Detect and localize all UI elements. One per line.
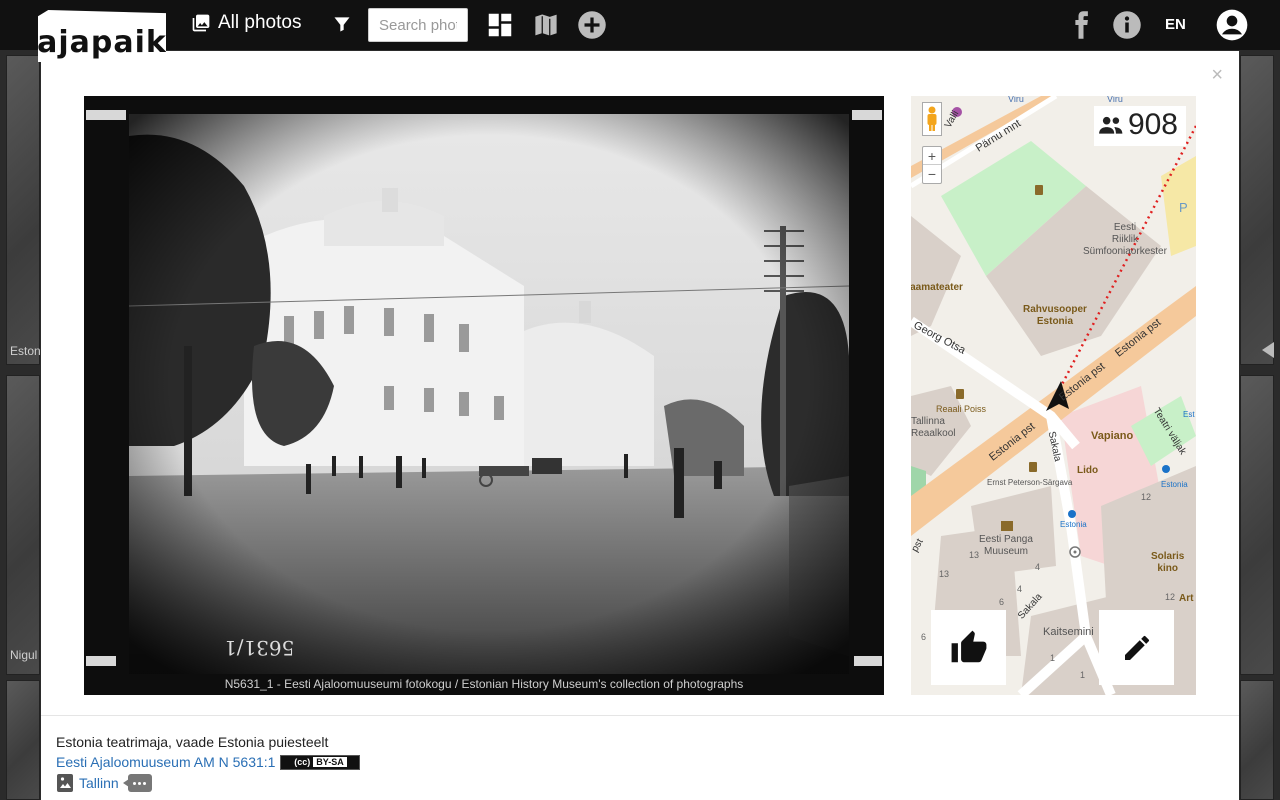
map-label: Draamateater: [911, 282, 963, 293]
map-label: Eesti Riiklik Sümfooniaorkester: [1083, 222, 1167, 257]
map-label: Estonia: [1060, 520, 1087, 529]
map-label: Vapiano: [1091, 430, 1134, 442]
map-label: Art: [1179, 593, 1194, 604]
thumbs-up-icon: [951, 630, 986, 662]
photo-description: Estonia teatrimaja, vaade Estonia puiest…: [56, 734, 329, 750]
ajapaik-logo[interactable]: ajapaik: [38, 10, 166, 62]
photo-library-icon: [192, 14, 210, 32]
close-button[interactable]: ×: [1211, 65, 1223, 85]
map-label: 13: [939, 569, 950, 579]
all-photos-button[interactable]: All photos: [191, 12, 301, 34]
gallery-thumbnail[interactable]: [6, 375, 40, 675]
viewer-count: 908: [1127, 108, 1178, 141]
gallery-thumbnail[interactable]: [1240, 55, 1274, 365]
map-label: Eesti Panga Muuseum: [979, 534, 1033, 557]
photo-modal: × 5631/1 N5631_1 - Eesti Ajaloomuuseumi …: [41, 51, 1239, 800]
facebook-icon[interactable]: [1066, 10, 1096, 40]
top-navbar: ajapaik All photos EN: [0, 0, 1280, 62]
map-label: 12: [1165, 592, 1176, 602]
map-zoom-control: + −: [922, 146, 942, 184]
info-icon[interactable]: [1112, 10, 1142, 40]
viewer-count-badge: 908: [1093, 106, 1186, 146]
map-label: 6: [921, 632, 927, 642]
map-tiles: [911, 96, 1196, 695]
map-label: Tallinna Reaalkool: [911, 416, 956, 439]
logo-text: ajapaik: [37, 25, 167, 60]
map-label: P: [1179, 200, 1188, 215]
historic-photo[interactable]: 5631/1 N5631_1 - Eesti Ajaloomuuseumi fo…: [84, 96, 884, 695]
all-photos-label: All photos: [218, 12, 302, 33]
source-link[interactable]: Eesti Ajaloomuuseum AM N 5631:1: [56, 754, 275, 770]
add-photo-icon[interactable]: [577, 10, 607, 40]
pencil-icon: [1124, 635, 1149, 660]
comments-icon[interactable]: [122, 774, 152, 792]
map-label: 4: [1035, 562, 1041, 572]
people-icon: [1099, 116, 1123, 134]
album-icon[interactable]: [56, 773, 74, 793]
grid-view-icon[interactable]: [485, 10, 515, 40]
map-label: Solaris kino: [1151, 551, 1185, 574]
filter-icon[interactable]: [332, 13, 352, 35]
zoom-out-button[interactable]: −: [923, 165, 941, 183]
map-view-icon[interactable]: [531, 10, 561, 40]
photo-image: [84, 96, 884, 695]
gallery-caption: Nigul: [10, 648, 38, 662]
edit-button[interactable]: [1099, 610, 1174, 685]
language-selector[interactable]: EN: [1165, 16, 1186, 33]
map-label: Rahvusooper Estonia: [1023, 304, 1087, 327]
map-label: Kaitsemini: [1043, 626, 1094, 638]
map-label: 13: [969, 550, 980, 560]
place-link[interactable]: Tallinn: [79, 775, 119, 791]
user-account-icon[interactable]: [1215, 8, 1249, 42]
map-label: Est: [1183, 410, 1195, 419]
map-label: 6: [999, 597, 1005, 607]
place-row: Tallinn: [56, 773, 152, 793]
map-label: 12: [1141, 492, 1152, 502]
map-label: 1: [1050, 653, 1056, 663]
map-label: Estonia: [1161, 480, 1188, 489]
gallery-next-arrow-icon[interactable]: [1262, 342, 1274, 358]
license-badge[interactable]: (cc) BY-SA: [280, 754, 361, 770]
gallery-thumbnail[interactable]: [1240, 680, 1274, 800]
map-label: Ernst Peterson-Särgava: [987, 478, 1073, 487]
search-input[interactable]: [368, 8, 468, 42]
location-map[interactable]: Viru Viru Valli Pärnu mnt Eesti Riiklik …: [911, 96, 1196, 695]
gallery-thumbnail[interactable]: [6, 55, 40, 365]
zoom-in-button[interactable]: +: [923, 147, 941, 165]
map-label: Viru: [1008, 96, 1024, 104]
modal-divider: [41, 715, 1239, 716]
license-cc: (cc): [294, 757, 311, 767]
map-label: Viru: [1107, 96, 1123, 104]
source-row: Eesti Ajaloomuuseum AM N 5631:1 (cc) BY-…: [56, 754, 361, 770]
street-view-pegman-icon[interactable]: [922, 102, 942, 136]
map-label: Reaali Poiss: [936, 404, 987, 414]
like-button[interactable]: [931, 610, 1006, 685]
gallery-thumbnail[interactable]: [1240, 375, 1274, 675]
map-label: 1: [1080, 670, 1086, 680]
photo-caption: N5631_1 - Eesti Ajaloomuuseumi fotokogu …: [224, 677, 744, 691]
photo-plate-number: 5631/1: [224, 636, 295, 660]
license-by: BY-SA: [313, 757, 347, 767]
map-label: Lido: [1077, 465, 1099, 476]
map-label: 4: [1017, 584, 1023, 594]
gallery-thumbnail[interactable]: [6, 680, 40, 800]
